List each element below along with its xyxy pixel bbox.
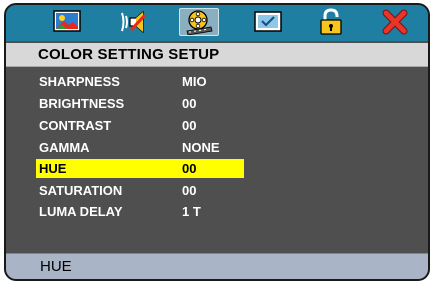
tab-color-setup[interactable] (179, 8, 219, 36)
tab-display[interactable] (251, 8, 285, 36)
menu-title-bar: COLOR SETTING SETUP (6, 43, 428, 67)
status-text: HUE (40, 258, 72, 275)
padlock-icon (320, 8, 342, 35)
menu-item-label: BRIGHTNESS (39, 96, 125, 111)
picture-icon (53, 10, 81, 32)
menu-item-label: HUE (39, 161, 67, 176)
status-bar: HUE (6, 253, 428, 279)
display-check-icon (254, 11, 282, 32)
menu-item-label: SHARPNESS (39, 74, 120, 89)
menu-item-label: CONTRAST (39, 118, 112, 133)
tab-bar (6, 5, 428, 41)
film-reel-icon (186, 10, 213, 35)
menu-item-luma-delay[interactable]: LUMA DELAY 1 T (36, 202, 244, 221)
menu-item-saturation[interactable]: SATURATION 00 (36, 181, 244, 200)
menu-item-sharpness[interactable]: SHARPNESS MIO (36, 72, 244, 91)
tab-lock[interactable] (314, 8, 348, 36)
menu-item-value: 1 T (182, 204, 201, 219)
menu-item-gamma[interactable]: GAMMA NONE (36, 138, 244, 157)
menu-item-value: 00 (182, 96, 197, 111)
menu-item-label: SATURATION (39, 183, 123, 198)
menu-item-brightness[interactable]: BRIGHTNESS 00 (36, 94, 244, 113)
audio-speaker-icon (121, 10, 147, 34)
close-x-icon (382, 9, 408, 35)
tab-picture[interactable] (50, 8, 84, 36)
menu-item-value: NONE (182, 140, 220, 155)
menu-item-label: LUMA DELAY (39, 204, 123, 219)
menu-item-label: GAMMA (39, 140, 90, 155)
menu-item-value: MIO (182, 74, 207, 89)
menu-item-hue[interactable]: HUE 00 (36, 159, 244, 178)
menu-item-value: 00 (182, 183, 197, 198)
tab-exit[interactable] (378, 8, 412, 36)
menu-item-value: 00 (182, 161, 197, 176)
menu-item-contrast[interactable]: CONTRAST 00 (36, 116, 244, 135)
osd-menu-window: COLOR SETTING SETUP SHARPNESS MIO BRIGHT… (4, 3, 430, 281)
menu-item-value: 00 (182, 118, 197, 133)
page-title: COLOR SETTING SETUP (38, 46, 220, 63)
tab-audio[interactable] (118, 8, 152, 36)
